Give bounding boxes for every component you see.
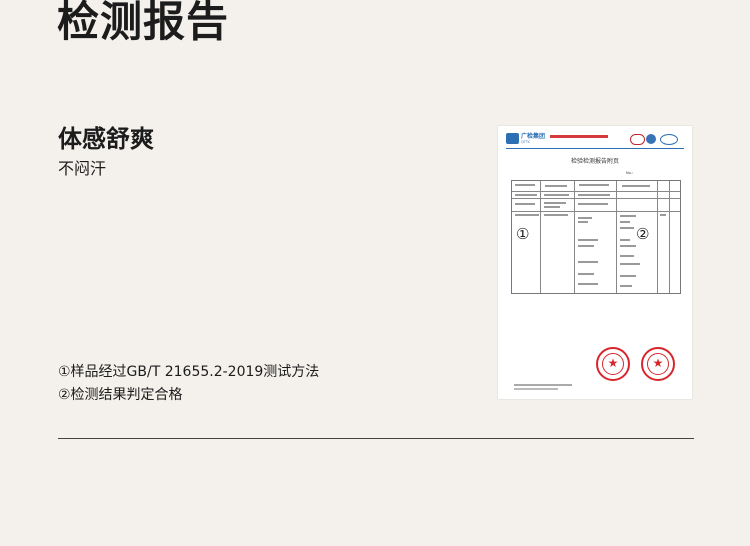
report-document-image: 广检集团 QTTC 检验检测报告附页 No.: ① ② ★ ★ [498, 126, 692, 399]
test-method-note: ①样品经过GB/T 21655.2-2019测试方法 [58, 364, 320, 380]
seal-stamp-icon: ★ [596, 347, 630, 381]
marker-one: ① [516, 225, 530, 243]
section-divider [58, 438, 694, 439]
report-header-rule [506, 148, 684, 149]
page-title: 检测报告 [57, 0, 230, 46]
qttc-logo-icon [506, 133, 519, 144]
feature-title: 体感舒爽 [58, 125, 154, 153]
seal-stamp-icon: ★ [641, 347, 675, 381]
cma-certification-icon [630, 134, 645, 145]
test-result-note: ②检测结果判定合格 [58, 387, 183, 403]
issuer-org-line [550, 135, 608, 138]
ilac-certification-icon [646, 134, 656, 144]
cnas-certification-icon [660, 134, 678, 145]
report-header: 广检集团 QTTC [506, 133, 686, 147]
issuer-abbr: QTTC [521, 140, 531, 144]
report-results-table [511, 180, 681, 294]
feature-subtitle: 不闷汗 [58, 159, 107, 178]
issuer-name: 广检集团 [521, 133, 546, 140]
report-footer-line [514, 388, 558, 390]
report-number: No.: [626, 171, 633, 175]
marker-two: ② [636, 225, 650, 243]
report-title: 检验检测报告附页 [570, 158, 619, 165]
report-footer-line [514, 384, 572, 386]
